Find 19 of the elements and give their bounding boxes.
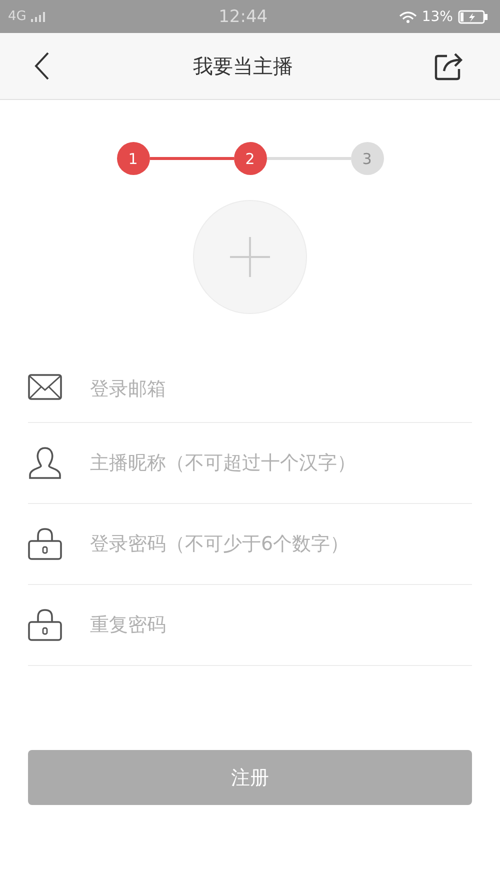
share-icon[interactable] [434, 51, 464, 81]
padlock-icon [28, 608, 62, 642]
step-indicator: 3 [350, 142, 384, 175]
step-indicator: 2 [234, 142, 266, 175]
page-title: 我要当主播 [193, 52, 293, 80]
battery-charging-icon [458, 10, 488, 24]
wifi-icon [398, 10, 417, 22]
padlock-icon [28, 527, 62, 561]
input-field[interactable]: 主播昵称（不可超过十个汉字） [90, 443, 472, 483]
clock: 12:44 [218, 6, 268, 26]
person-icon [28, 446, 62, 480]
input-field[interactable]: 重复密码 [90, 605, 472, 645]
step-indicator: 1 [116, 142, 150, 175]
input-field[interactable]: 登录密码（不可少于6个数字） [90, 524, 472, 564]
network-label: 4G [8, 9, 26, 24]
input-field[interactable]: 登录邮箱 [90, 369, 472, 409]
signal-icon [31, 12, 48, 22]
battery-percent: 13% [422, 8, 453, 24]
plus-icon [228, 235, 272, 279]
